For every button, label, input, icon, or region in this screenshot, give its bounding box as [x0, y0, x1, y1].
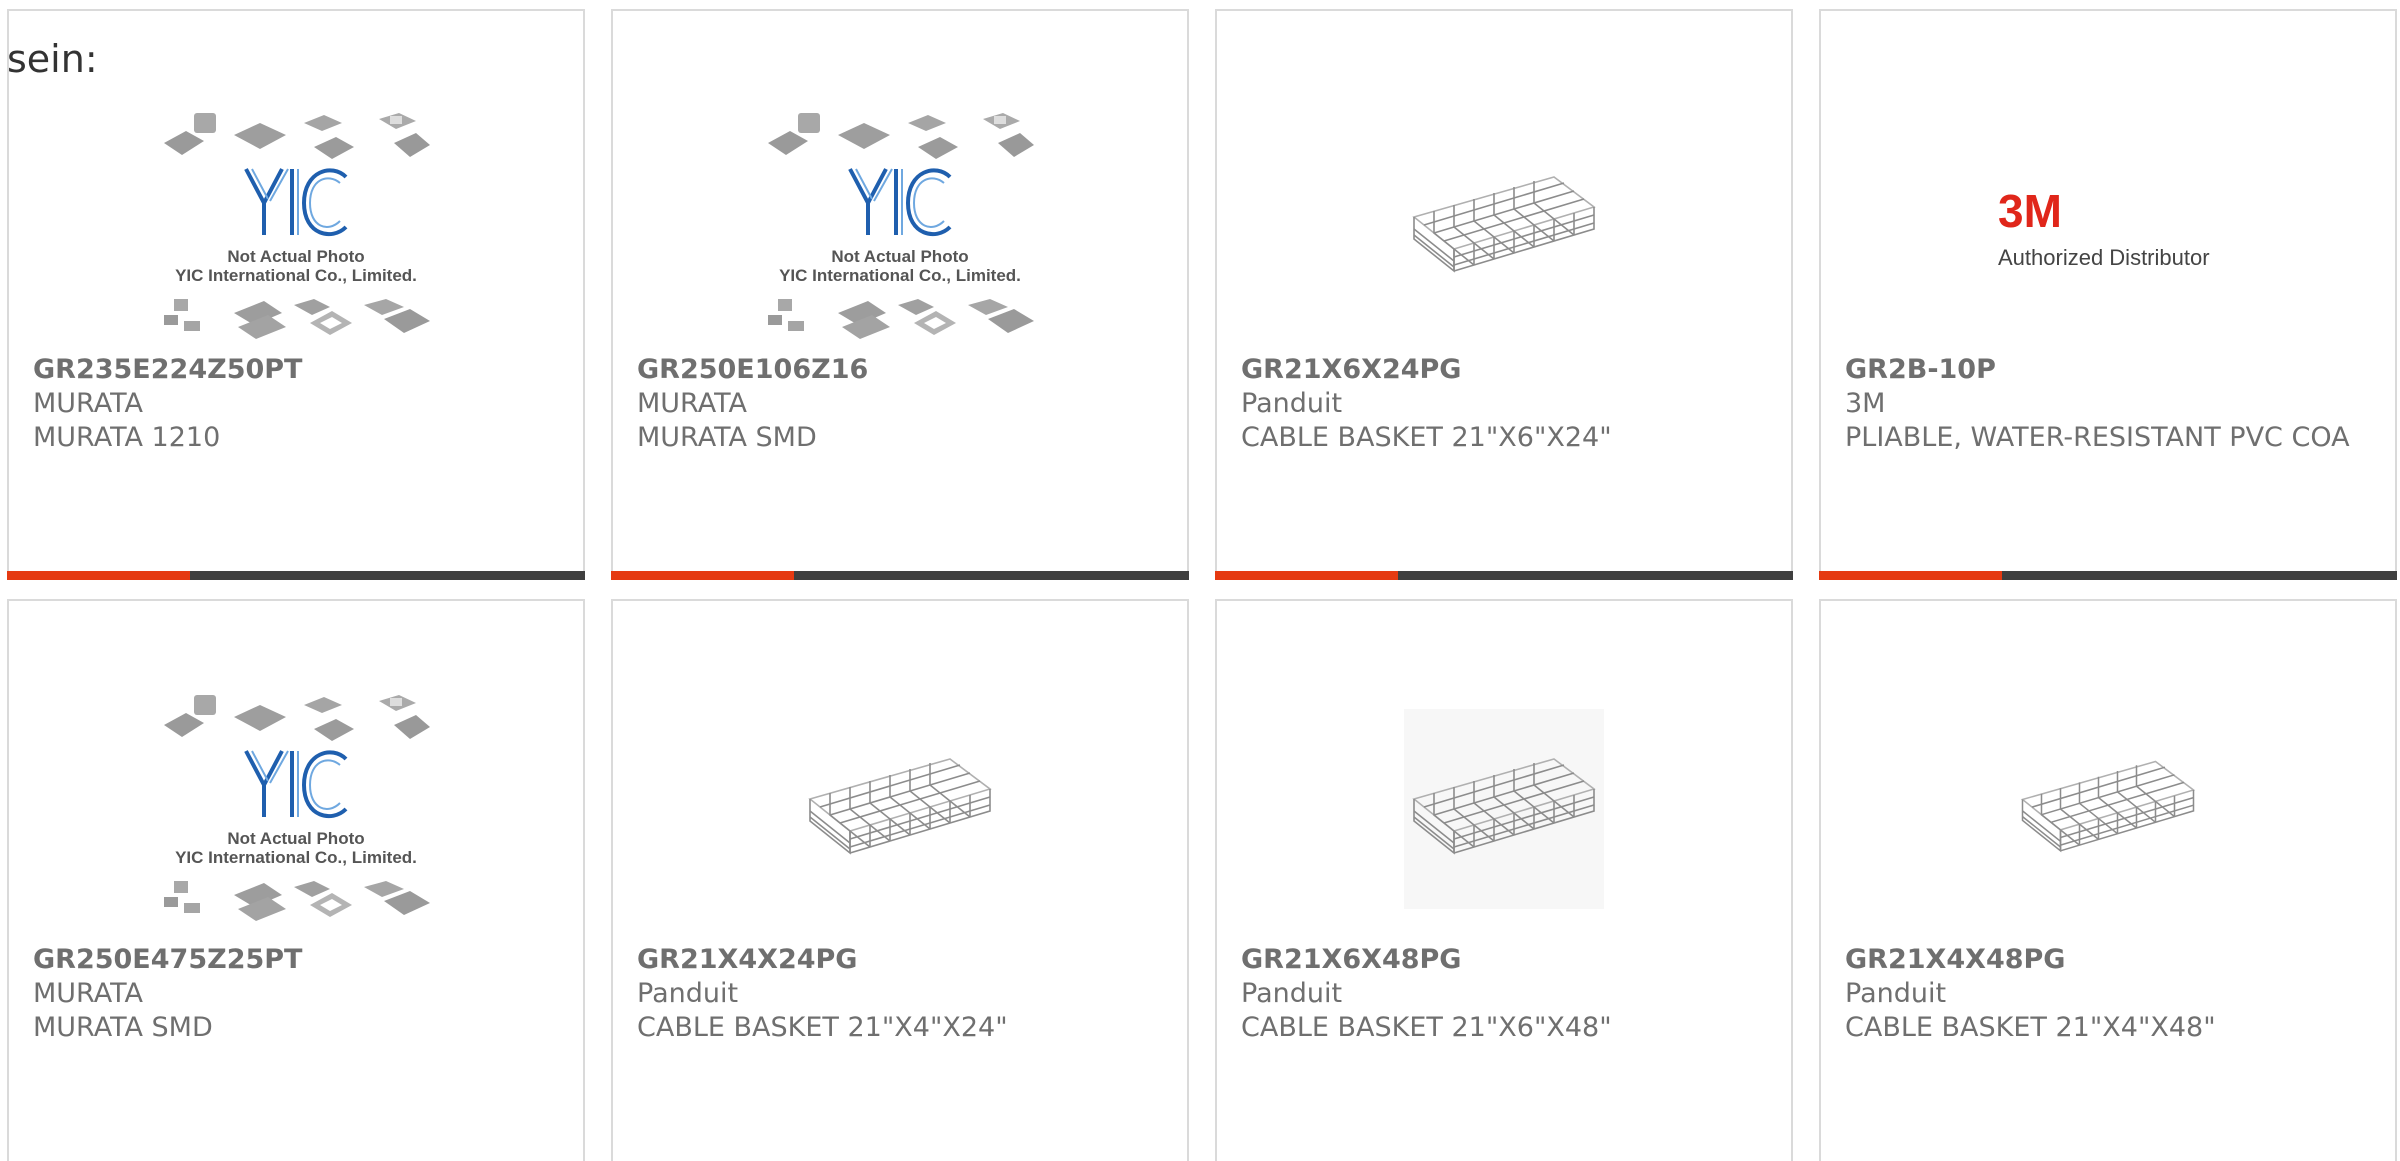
product-image[interactable]: Not Actual Photo YIC International Co., … [613, 97, 1187, 357]
product-image[interactable]: Not Actual Photo YIC International Co., … [9, 97, 583, 357]
product-info: GR250E106Z16 MURATA MURATA SMD [637, 353, 1163, 455]
placeholder-line1: Not Actual Photo [227, 829, 364, 848]
placeholder-line2: YIC International Co., Limited. [779, 266, 1021, 285]
cable-basket-image [1413, 176, 1595, 272]
manufacturer: Panduit [637, 978, 739, 1009]
3m-logo: 3M Authorized Distributor [1998, 185, 2210, 270]
manufacturer: Panduit [1845, 978, 1947, 1009]
product-image[interactable] [1217, 97, 1791, 357]
product-card[interactable]: 3M Authorized Distributor GR2B-10P 3M PL… [1819, 9, 2397, 580]
card-bottom-bar [1819, 571, 2397, 580]
product-card[interactable]: GR21X4X24PG Panduit CABLE BASKET 21"X4"X… [611, 599, 1189, 1161]
card-accent [1215, 571, 1398, 580]
product-info: GR21X6X24PG Panduit CABLE BASKET 21"X6"X… [1241, 353, 1767, 455]
card-bottom-bar [1215, 571, 1793, 580]
placeholder-line1: Not Actual Photo [831, 247, 968, 266]
placeholder-line2: YIC International Co., Limited. [175, 848, 417, 867]
description: MURATA SMD [33, 1012, 213, 1043]
product-card[interactable]: Not Actual Photo YIC International Co., … [611, 9, 1189, 580]
product-image[interactable] [1821, 679, 2395, 939]
description: CABLE BASKET 21"X4"X48" [1845, 1012, 2216, 1043]
part-number-link[interactable]: GR2B-10P [1845, 353, 2371, 387]
description: MURATA 1210 [33, 422, 221, 453]
product-card[interactable]: Not Actual Photo YIC International Co., … [7, 599, 585, 1161]
description: MURATA SMD [637, 422, 817, 453]
top-label: sein: [7, 37, 98, 81]
card-bottom-bar [611, 571, 1189, 580]
svg-text:3M: 3M [1998, 185, 2062, 237]
product-info: GR21X4X48PG Panduit CABLE BASKET 21"X4"X… [1845, 943, 2371, 1045]
product-grid-page: sein: Not Actual Photo YIC International… [0, 0, 2400, 1161]
description: PLIABLE, WATER-RESISTANT PVC COA [1845, 422, 2350, 453]
product-image[interactable]: 3M Authorized Distributor [1821, 97, 2395, 357]
card-accent [611, 571, 794, 580]
cable-basket-image [2021, 760, 2195, 852]
part-number-link[interactable]: GR21X4X24PG [637, 943, 1163, 977]
manufacturer: Panduit [1241, 978, 1343, 1009]
manufacturer: MURATA [33, 978, 143, 1009]
manufacturer: 3M [1845, 388, 1886, 419]
part-number-link[interactable]: GR21X6X24PG [1241, 353, 1767, 387]
product-info: GR235E224Z50PT MURATA MURATA 1210 [33, 353, 559, 455]
part-number-link[interactable]: GR250E475Z25PT [33, 943, 559, 977]
part-number-link[interactable]: GR21X6X48PG [1241, 943, 1767, 977]
product-card[interactable]: GR21X4X48PG Panduit CABLE BASKET 21"X4"X… [1819, 599, 2397, 1161]
card-accent [1819, 571, 2002, 580]
part-number-link[interactable]: GR21X4X48PG [1845, 943, 2371, 977]
card-accent [7, 571, 190, 580]
product-image[interactable]: Not Actual Photo YIC International Co., … [9, 679, 583, 939]
product-info: GR21X4X24PG Panduit CABLE BASKET 21"X4"X… [637, 943, 1163, 1045]
product-card[interactable]: GR21X6X48PG Panduit CABLE BASKET 21"X6"X… [1215, 599, 1793, 1161]
description: CABLE BASKET 21"X4"X24" [637, 1012, 1008, 1043]
product-image[interactable] [1217, 679, 1791, 939]
product-card[interactable]: Not Actual Photo YIC International Co., … [7, 9, 585, 580]
product-info: GR21X6X48PG Panduit CABLE BASKET 21"X6"X… [1241, 943, 1767, 1045]
cable-basket-image [1404, 709, 1604, 909]
part-number-link[interactable]: GR250E106Z16 [637, 353, 1163, 387]
manufacturer: MURATA [33, 388, 143, 419]
part-number-link[interactable]: GR235E224Z50PT [33, 353, 559, 387]
product-info: GR250E475Z25PT MURATA MURATA SMD [33, 943, 559, 1045]
product-card[interactable]: GR21X6X24PG Panduit CABLE BASKET 21"X6"X… [1215, 9, 1793, 580]
description: CABLE BASKET 21"X6"X48" [1241, 1012, 1612, 1043]
cable-basket-image [809, 758, 991, 854]
authorized-distributor-text: Authorized Distributor [1998, 245, 2210, 270]
placeholder-line2: YIC International Co., Limited. [175, 266, 417, 285]
product-info: GR2B-10P 3M PLIABLE, WATER-RESISTANT PVC… [1845, 353, 2371, 455]
manufacturer: Panduit [1241, 388, 1343, 419]
placeholder-line1: Not Actual Photo [227, 247, 364, 266]
manufacturer: MURATA [637, 388, 747, 419]
description: CABLE BASKET 21"X6"X24" [1241, 422, 1612, 453]
card-bottom-bar [7, 571, 585, 580]
product-image[interactable] [613, 679, 1187, 939]
